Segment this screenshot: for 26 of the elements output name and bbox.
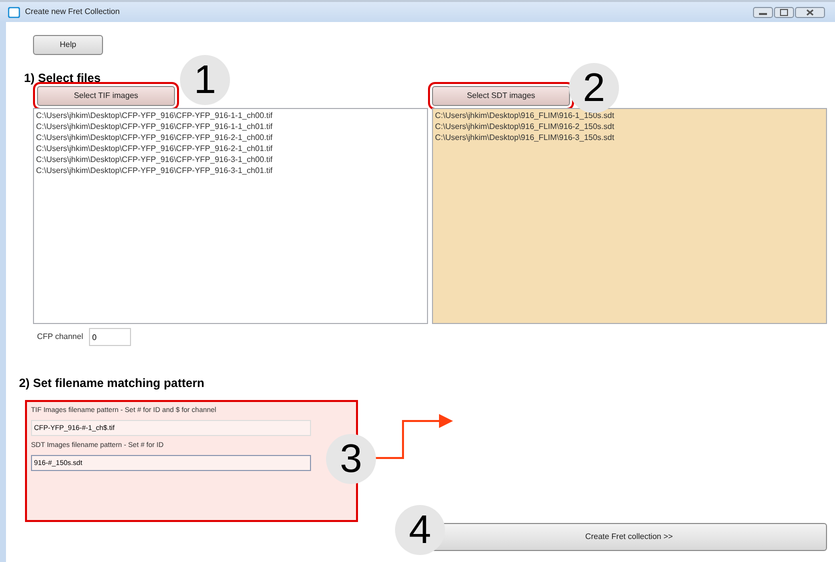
close-icon[interactable] — [795, 6, 825, 18]
file-path[interactable]: C:\Users\jhkim\Desktop\CFP-YFP_916\CFP-YFP_916-2-1_ch01.tif — [36, 143, 425, 154]
file-path[interactable]: C:\Users\jhkim\Desktop\CFP-YFP_916\CFP-YFP_916-3-1_ch01.tif — [36, 165, 425, 176]
file-list[interactable]: C:\Users\jhkim\Desktop\916_FLIM\916-1_150s.sdt C:\Users\jhkim\Desktop\916_FLIM\916-2_150s.sdt C:\Users\jhkim\Desktop\916_FLIM\916-3_150s.sdt — [432, 108, 827, 324]
section-heading: 1) Select files — [24, 71, 101, 85]
cfp-channel-label: CFP channel — [37, 331, 84, 343]
maximize-icon[interactable] — [774, 6, 794, 18]
app-icon — [8, 6, 20, 18]
file-path[interactable]: C:\Users\jhkim\Desktop\CFP-YFP_916\CFP-YFP_916-1-1_ch01.tif — [36, 121, 425, 132]
file-path[interactable]: C:\Users\jhkim\Desktop\916_FLIM\916-1_150s.sdt — [435, 110, 824, 121]
cfp-channel-field[interactable]: 0 — [89, 328, 132, 346]
step-number-badge: 4 — [395, 505, 445, 555]
file-path[interactable]: C:\Users\jhkim\Desktop\CFP-YFP_916\CFP-YFP_916-1-1_ch00.tif — [36, 110, 425, 121]
file-path[interactable]: C:\Users\jhkim\Desktop\916_FLIM\916-2_150s.sdt — [435, 121, 824, 132]
step-number-badge: 3 — [326, 434, 376, 484]
file-list[interactable] — [33, 108, 428, 324]
help-button[interactable]: Help — [33, 35, 103, 55]
section-heading: 2) Set filename matching pattern — [19, 376, 204, 390]
step-number-badge: 1 — [180, 55, 230, 105]
file-path[interactable]: C:\Users\jhkim\Desktop\CFP-YFP_916\CFP-YFP_916-3-1_ch00.tif — [36, 154, 425, 165]
file-path[interactable]: C:\Users\jhkim\Desktop\916_FLIM\916-3_150s.sdt — [435, 132, 824, 143]
step-number-badge: 2 — [569, 63, 619, 113]
file-path[interactable]: C:\Users\jhkim\Desktop\CFP-YFP_916\CFP-YFP_916-2-1_ch00.tif — [36, 132, 425, 143]
window-title: Create new Fret Collection — [25, 6, 120, 18]
minimize-icon[interactable] — [753, 6, 773, 18]
arrow-icon — [373, 412, 453, 460]
